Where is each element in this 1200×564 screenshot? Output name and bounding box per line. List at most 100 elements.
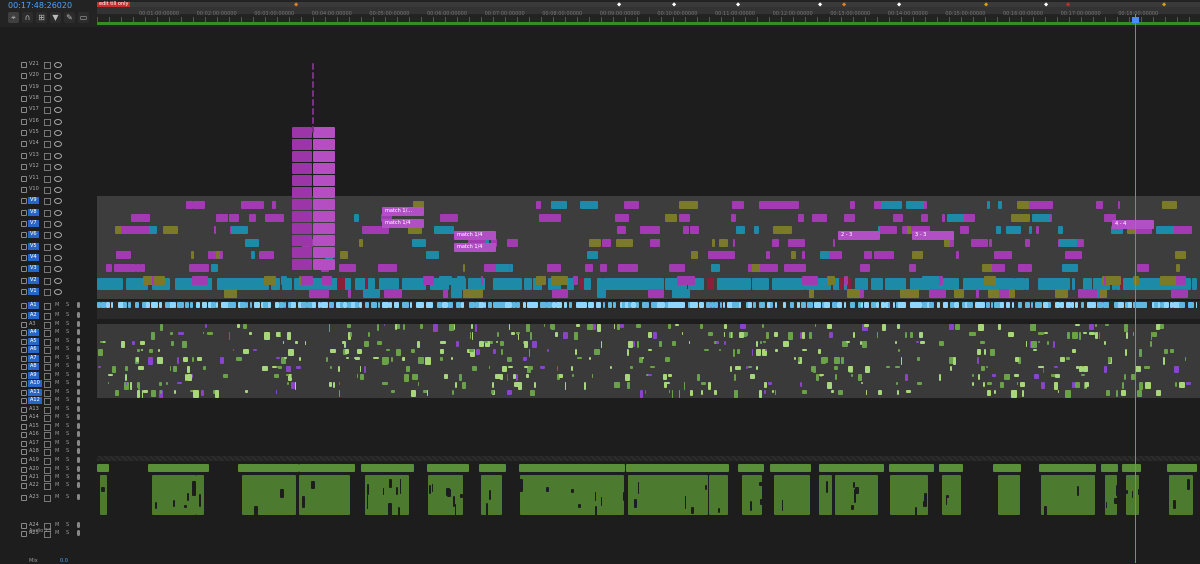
video-clip[interactable] bbox=[423, 276, 434, 285]
audio-clip[interactable] bbox=[1015, 390, 1017, 396]
music-clip[interactable] bbox=[890, 475, 929, 515]
music-gap[interactable] bbox=[1101, 480, 1105, 485]
audio-clip[interactable] bbox=[426, 390, 429, 396]
video-clip[interactable] bbox=[880, 226, 898, 234]
audio-clip[interactable] bbox=[469, 348, 474, 353]
video-clip[interactable] bbox=[1029, 201, 1045, 209]
audio-clip[interactable] bbox=[750, 373, 756, 379]
audio-clip[interactable] bbox=[896, 324, 900, 329]
video-clip[interactable] bbox=[292, 199, 312, 210]
video-clip[interactable] bbox=[292, 139, 312, 150]
timeline-tracks[interactable]: match 1/... match 1/4 match 1/4 match 1/4 2 … bbox=[97, 27, 1200, 563]
audio-clip[interactable] bbox=[1108, 357, 1111, 363]
lock-icon[interactable] bbox=[21, 277, 27, 284]
music-gap[interactable] bbox=[1132, 491, 1134, 499]
audio-clip[interactable] bbox=[609, 365, 612, 369]
audio-clip[interactable] bbox=[942, 302, 949, 308]
eye-icon[interactable] bbox=[54, 254, 62, 261]
audio-clip[interactable] bbox=[401, 302, 409, 308]
audio-clip[interactable] bbox=[1175, 382, 1177, 388]
track-header-v3[interactable]: V3 bbox=[0, 263, 97, 274]
audio-clip[interactable] bbox=[708, 332, 713, 337]
audio-clip[interactable] bbox=[977, 324, 984, 332]
sync-lock-icon[interactable] bbox=[44, 243, 51, 251]
audio-clip[interactable] bbox=[287, 348, 294, 357]
music-gap[interactable] bbox=[570, 488, 575, 493]
video-clip[interactable] bbox=[1191, 278, 1197, 290]
audio-clip[interactable] bbox=[507, 357, 512, 362]
audio-clip[interactable] bbox=[282, 340, 284, 344]
video-clip[interactable] bbox=[154, 276, 166, 285]
video-clip[interactable] bbox=[313, 175, 335, 186]
track-header-a23[interactable]: A23 M S bbox=[0, 492, 97, 503]
audio-clip[interactable] bbox=[1121, 390, 1127, 396]
audio-clip[interactable] bbox=[756, 365, 759, 371]
video-clip[interactable] bbox=[984, 276, 996, 285]
music-gap[interactable] bbox=[280, 488, 284, 498]
audio-clip[interactable] bbox=[972, 373, 974, 377]
audio-clip[interactable] bbox=[692, 302, 698, 308]
audio-clip[interactable] bbox=[1038, 340, 1040, 344]
music-gap[interactable] bbox=[155, 501, 158, 510]
audio-clip[interactable] bbox=[810, 365, 816, 373]
video-clip[interactable] bbox=[679, 201, 699, 209]
audio-clip[interactable] bbox=[513, 373, 516, 379]
audio-clip[interactable] bbox=[532, 302, 538, 308]
audio-clip[interactable] bbox=[492, 382, 494, 389]
lock-icon[interactable] bbox=[21, 62, 27, 68]
music-gap[interactable] bbox=[933, 492, 936, 506]
video-clip[interactable] bbox=[359, 238, 364, 247]
audio-clip[interactable] bbox=[527, 365, 533, 370]
lock-icon[interactable] bbox=[21, 243, 27, 250]
audio-clip[interactable] bbox=[470, 324, 474, 330]
track-header-v17[interactable]: V17 bbox=[0, 104, 97, 115]
audio-clip[interactable] bbox=[863, 302, 870, 308]
music-clip[interactable] bbox=[479, 464, 507, 472]
audio-clip[interactable] bbox=[111, 302, 114, 308]
lock-icon[interactable] bbox=[21, 531, 27, 537]
sync-lock-icon[interactable] bbox=[44, 254, 51, 262]
video-clip[interactable] bbox=[947, 213, 965, 222]
audio-clip[interactable] bbox=[938, 373, 942, 382]
track-name[interactable]: V8 bbox=[28, 208, 39, 216]
audio-clip[interactable] bbox=[283, 302, 286, 308]
audio-clip[interactable] bbox=[1118, 302, 1125, 308]
music-gap[interactable] bbox=[1120, 479, 1124, 486]
audio-clip[interactable] bbox=[159, 324, 163, 331]
audio-clip[interactable] bbox=[809, 332, 812, 340]
audio-clip[interactable] bbox=[620, 324, 625, 328]
audio-clip[interactable] bbox=[1033, 373, 1040, 379]
audio-clip[interactable] bbox=[714, 302, 719, 308]
music-gap[interactable] bbox=[594, 505, 598, 520]
sync-lock-icon[interactable] bbox=[44, 495, 51, 502]
music-gap[interactable] bbox=[855, 487, 859, 494]
audio-clip[interactable] bbox=[1106, 302, 1109, 308]
music-clip[interactable] bbox=[938, 464, 964, 472]
video-clip[interactable] bbox=[998, 201, 1002, 209]
lock-icon[interactable] bbox=[21, 186, 27, 193]
audio-clip[interactable] bbox=[614, 324, 616, 330]
audio-clip[interactable] bbox=[732, 348, 736, 357]
track-name[interactable]: A23 bbox=[29, 492, 39, 503]
marker-icon[interactable]: ▼ bbox=[50, 12, 61, 23]
audio-clip[interactable] bbox=[563, 302, 567, 308]
video-clip[interactable] bbox=[624, 201, 640, 209]
audio-clip[interactable] bbox=[338, 390, 340, 398]
audio-clip[interactable] bbox=[1055, 373, 1060, 379]
audio-clip[interactable] bbox=[469, 332, 471, 340]
video-clip[interactable] bbox=[244, 238, 259, 247]
video-clip[interactable] bbox=[827, 251, 842, 259]
track-header-a22[interactable]: A22 M S bbox=[0, 480, 97, 491]
video-clip[interactable] bbox=[229, 213, 240, 222]
audio-clip[interactable] bbox=[344, 348, 349, 354]
microphone-icon[interactable] bbox=[77, 494, 80, 500]
music-gap[interactable] bbox=[310, 480, 315, 489]
video-clip[interactable] bbox=[411, 238, 426, 247]
audio-clip[interactable] bbox=[363, 340, 370, 347]
eye-icon[interactable] bbox=[54, 130, 62, 137]
audio-clip[interactable] bbox=[455, 382, 457, 388]
audio-clip[interactable] bbox=[748, 365, 753, 369]
video-clip[interactable] bbox=[292, 127, 312, 138]
audio-clip[interactable] bbox=[746, 365, 748, 369]
audio-clip[interactable] bbox=[762, 340, 766, 344]
